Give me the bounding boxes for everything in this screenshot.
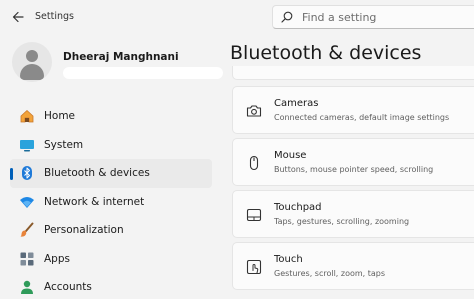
sidebar-item-label: Home: [44, 110, 76, 123]
app-title: Settings: [35, 11, 74, 22]
touch-icon: [245, 258, 263, 276]
back-arrow-icon: [12, 11, 24, 23]
user-profile[interactable]: Dheeraj Manghnani: [12, 42, 223, 82]
card-touchpad[interactable]: Touchpad Taps, gestures, scrolling, zoom…: [232, 190, 474, 238]
sidebar-item-home[interactable]: Home: [10, 102, 212, 131]
sidebar-item-bluetooth[interactable]: Bluetooth & devices: [10, 159, 212, 188]
sidebar-item-accounts[interactable]: Accounts: [10, 273, 212, 299]
card-subtitle: Gestures, scroll, zoom, taps: [274, 269, 386, 278]
sidebar-item-label: Accounts: [44, 281, 92, 294]
card-touch[interactable]: Touch Gestures, scroll, zoom, taps: [232, 242, 474, 290]
card-previous-partial: [232, 66, 474, 80]
sidebar-item-label: Personalization: [44, 224, 124, 237]
card-title: Cameras: [274, 98, 319, 109]
sidebar-item-label: Apps: [44, 252, 70, 265]
sidebar-item-personalization[interactable]: Personalization: [10, 216, 212, 245]
user-name: Dheeraj Manghnani: [63, 51, 179, 63]
camera-icon: [245, 102, 263, 120]
card-title: Touch: [274, 254, 303, 265]
page-title: Bluetooth & devices: [230, 42, 422, 64]
title-bar: Settings Find a setting: [0, 0, 474, 36]
apps-icon: [18, 250, 36, 268]
accounts-icon: [18, 278, 36, 296]
network-icon: [18, 193, 36, 211]
sidebar-item-label: Network & internet: [44, 195, 145, 208]
search-placeholder: Find a setting: [302, 10, 377, 24]
avatar: [12, 42, 52, 82]
sidebar-item-apps[interactable]: Apps: [10, 245, 212, 274]
system-icon: [18, 136, 36, 154]
sidebar-item-label: Bluetooth & devices: [44, 167, 150, 180]
touchpad-icon: [245, 206, 263, 224]
card-title: Touchpad: [274, 202, 322, 213]
sidebar-item-network[interactable]: Network & internet: [10, 188, 212, 217]
search-input[interactable]: Find a setting: [272, 5, 474, 29]
mouse-icon: [245, 154, 263, 172]
sidebar-item-system[interactable]: System: [10, 131, 212, 160]
active-indicator: [10, 168, 13, 180]
card-mouse[interactable]: Mouse Buttons, mouse pointer speed, scro…: [232, 138, 474, 186]
settings-content: Cameras Connected cameras, default image…: [232, 66, 474, 299]
personalization-icon: [18, 221, 36, 239]
card-subtitle: Taps, gestures, scrolling, zooming: [274, 217, 410, 226]
card-title: Mouse: [274, 150, 307, 161]
search-icon: [281, 10, 295, 24]
sidebar-nav: Home System Bluetooth & devices Network: [10, 102, 212, 299]
card-subtitle: Connected cameras, default image setting…: [274, 113, 450, 122]
card-cameras[interactable]: Cameras Connected cameras, default image…: [232, 86, 474, 134]
redacted-email: [63, 67, 223, 79]
home-icon: [18, 107, 36, 125]
card-subtitle: Buttons, mouse pointer speed, scrolling: [274, 165, 434, 174]
sidebar-item-label: System: [44, 138, 84, 151]
bluetooth-icon: [18, 164, 36, 182]
back-button[interactable]: [9, 8, 27, 26]
